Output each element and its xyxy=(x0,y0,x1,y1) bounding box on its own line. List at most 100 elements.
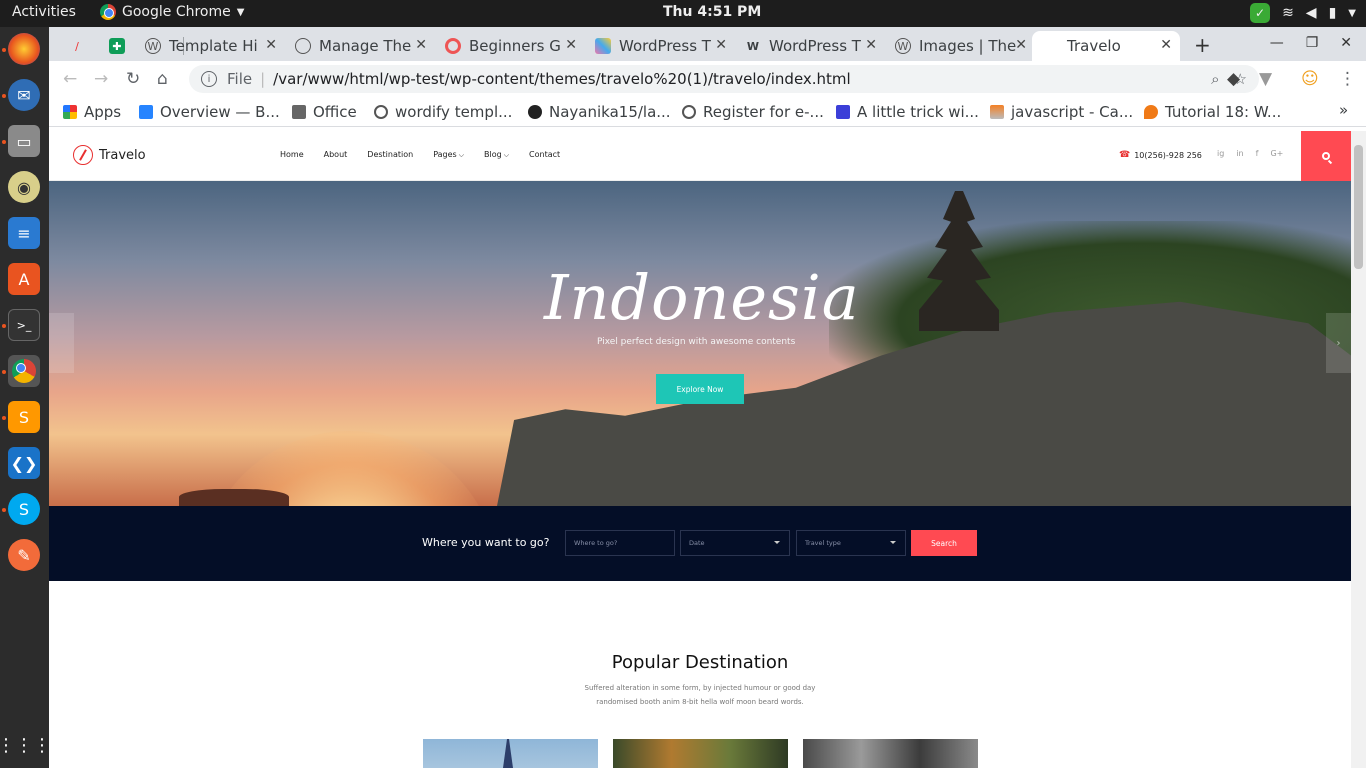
address-bar[interactable]: i File | /var/www/html/wp-test/wp-conten… xyxy=(189,65,1259,93)
info-icon[interactable]: i xyxy=(201,71,217,87)
header-phone[interactable]: ☎ 10(256)-928 256 xyxy=(1119,150,1202,160)
nav-blog[interactable]: Blog ⌵ xyxy=(484,150,509,160)
google-plus-icon[interactable]: G+ xyxy=(1270,149,1283,158)
travel-type-select[interactable]: Travel type xyxy=(796,530,906,556)
dropdown-arrow-icon xyxy=(890,541,896,544)
app-menu[interactable]: Google Chrome ▼ xyxy=(100,4,244,20)
destination-card-forest[interactable] xyxy=(613,739,788,768)
chevron-right-icon: › xyxy=(1336,337,1341,349)
wifi-icon[interactable]: ≋ xyxy=(1282,5,1294,21)
close-tab-icon[interactable]: ✕ xyxy=(565,37,577,53)
files-icon[interactable]: ▭ xyxy=(8,125,40,157)
minimize-icon[interactable]: — xyxy=(1270,35,1284,51)
firefox-icon[interactable] xyxy=(8,33,40,65)
facebook-icon[interactable]: f xyxy=(1256,149,1259,158)
vscode-icon[interactable]: ❮❯ xyxy=(8,447,40,479)
logo-icon xyxy=(73,145,93,165)
clock[interactable]: Thu 4:51 PM xyxy=(663,4,761,20)
more-bookmarks-icon[interactable]: » xyxy=(1339,101,1348,119)
bookmark-office[interactable]: Office xyxy=(292,103,357,121)
site-logo[interactable]: Travelo xyxy=(73,145,146,165)
bookmark-javascript[interactable]: javascript - Ca... xyxy=(990,103,1133,121)
globe-icon xyxy=(295,38,311,54)
tab-beginners-guide[interactable]: Beginners G ✕ xyxy=(437,31,585,61)
nav-pages[interactable]: Pages ⌵ xyxy=(433,150,464,160)
activities-button[interactable]: Activities xyxy=(12,4,76,20)
nav-destination[interactable]: Destination xyxy=(367,150,413,160)
date-select-value: Date xyxy=(689,539,705,547)
trip-search-label: Where you want to go? xyxy=(422,536,550,549)
nav-about[interactable]: About xyxy=(324,150,348,160)
bookmark-little-trick[interactable]: A little trick wi... xyxy=(836,103,979,121)
eraser-extension-icon[interactable]: ◆ xyxy=(1227,69,1240,89)
slider-next-button[interactable]: › xyxy=(1326,313,1351,373)
page-scrollbar[interactable] xyxy=(1351,131,1366,768)
tab-1[interactable]: ∕ xyxy=(61,31,103,61)
bookmark-label: javascript - Ca... xyxy=(1011,103,1134,121)
forward-icon[interactable]: → xyxy=(94,69,108,89)
tab-wordpress-themes-1[interactable]: WordPress T ✕ xyxy=(587,31,735,61)
system-tray[interactable]: ✓ ≋ ◀ ▮ ▼ xyxy=(1250,3,1356,23)
close-tab-icon[interactable]: ✕ xyxy=(715,37,727,53)
battery-icon[interactable]: ▮ xyxy=(1329,5,1337,21)
bookmark-github[interactable]: Nayanika15/la... xyxy=(528,103,671,121)
new-tab-icon[interactable]: + xyxy=(1194,33,1211,57)
url-text[interactable]: /var/www/html/wp-test/wp-content/themes/… xyxy=(273,70,851,88)
tab-wordpress-themes-2[interactable]: W WordPress T ✕ xyxy=(737,31,885,61)
description-line-1: Suffered alteration in some form, by inj… xyxy=(584,684,816,692)
update-check-icon[interactable]: ✓ xyxy=(1250,3,1271,23)
linkedin-icon[interactable]: in xyxy=(1236,149,1243,158)
home-icon[interactable]: ⌂ xyxy=(157,69,168,89)
date-select[interactable]: Date xyxy=(680,530,790,556)
restore-icon[interactable]: ❐ xyxy=(1306,35,1319,51)
sublime-text-icon[interactable]: S xyxy=(8,401,40,433)
close-tab-icon[interactable]: ✕ xyxy=(1015,37,1027,53)
nav-home[interactable]: Home xyxy=(280,150,304,160)
instagram-icon[interactable]: ig xyxy=(1217,149,1224,158)
running-indicator xyxy=(2,508,6,512)
where-to-go-input[interactable]: Where to go? xyxy=(565,530,675,556)
rhythmbox-icon[interactable]: ◉ xyxy=(8,171,40,203)
hero-subtitle: Pixel perfect design with awesome conten… xyxy=(597,337,796,347)
power-menu-icon[interactable]: ▼ xyxy=(1348,8,1356,19)
trip-search-button[interactable]: Search xyxy=(911,530,977,556)
zoom-icon[interactable]: ⌕ xyxy=(1211,70,1219,88)
vuejs-extension-icon[interactable]: ▼ xyxy=(1259,69,1272,89)
tab-strip: ∕ ✚ W Template Hi ✕ Manage The ✕ Beginners … xyxy=(49,27,1366,61)
show-apps-icon[interactable]: ⋮⋮⋮ xyxy=(0,729,51,761)
close-window-icon[interactable]: ✕ xyxy=(1340,35,1352,51)
postman-icon[interactable]: ✎ xyxy=(8,539,40,571)
tab-template-hierarchy[interactable]: W Template Hi ✕ xyxy=(137,31,285,61)
bookmark-tutorial[interactable]: Tutorial 18: W... xyxy=(1144,103,1281,121)
destination-card-city[interactable] xyxy=(803,739,978,768)
close-tab-icon[interactable]: ✕ xyxy=(415,37,427,53)
software-center-icon[interactable]: A xyxy=(8,263,40,295)
destination-card-paris[interactable] xyxy=(423,739,598,768)
skype-icon[interactable]: S xyxy=(8,493,40,525)
close-tab-icon[interactable]: ✕ xyxy=(865,37,877,53)
bookmark-register[interactable]: Register for e-... xyxy=(682,103,824,121)
header-search-button[interactable] xyxy=(1301,131,1351,181)
close-tab-icon[interactable]: ✕ xyxy=(265,37,277,53)
chrome-menu-icon[interactable]: ⋮ xyxy=(1339,69,1356,89)
terminal-icon[interactable]: >_ xyxy=(8,309,40,341)
bookmark-wordify[interactable]: wordify templ... xyxy=(374,103,512,121)
volume-icon[interactable]: ◀ xyxy=(1306,5,1317,21)
chrome-dock-icon[interactable] xyxy=(8,355,40,387)
tab-manage-themes[interactable]: Manage The ✕ xyxy=(287,31,435,61)
back-icon[interactable]: ← xyxy=(63,69,77,89)
explore-now-button[interactable]: Explore Now xyxy=(656,374,744,404)
bookmark-overview[interactable]: Overview — B... xyxy=(139,103,280,121)
close-tab-icon[interactable]: ✕ xyxy=(1160,37,1172,53)
nav-contact[interactable]: Contact xyxy=(529,150,560,160)
writer-icon[interactable]: ≡ xyxy=(8,217,40,249)
thunderbird-icon[interactable]: ✉ xyxy=(8,79,40,111)
tab-images[interactable]: W Images | The ✕ xyxy=(887,31,1035,61)
slider-prev-button[interactable] xyxy=(49,313,74,373)
chrome-icon xyxy=(100,4,116,20)
tab-travelo[interactable]: Travelo ✕ xyxy=(1032,31,1180,61)
emoji-extension-icon[interactable]: ☺ xyxy=(1301,69,1319,89)
bookmark-apps[interactable]: Apps xyxy=(63,103,121,121)
scrollbar-thumb[interactable] xyxy=(1354,145,1363,269)
reload-icon[interactable]: ↻ xyxy=(126,69,140,89)
